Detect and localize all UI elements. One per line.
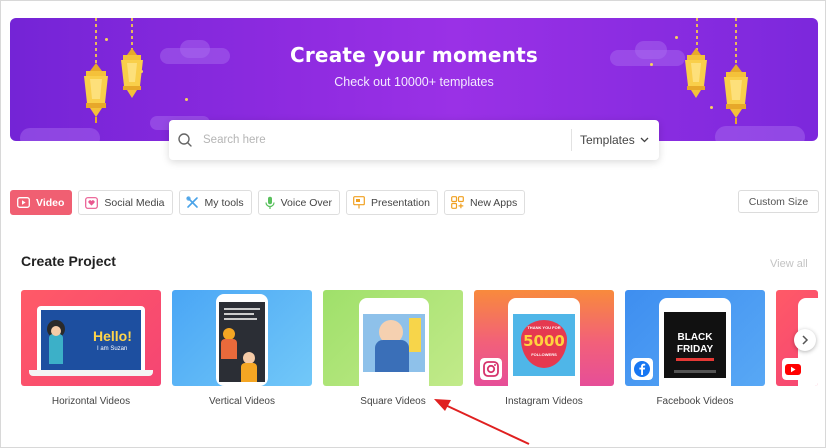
annotation-arrow-icon [434,399,530,445]
